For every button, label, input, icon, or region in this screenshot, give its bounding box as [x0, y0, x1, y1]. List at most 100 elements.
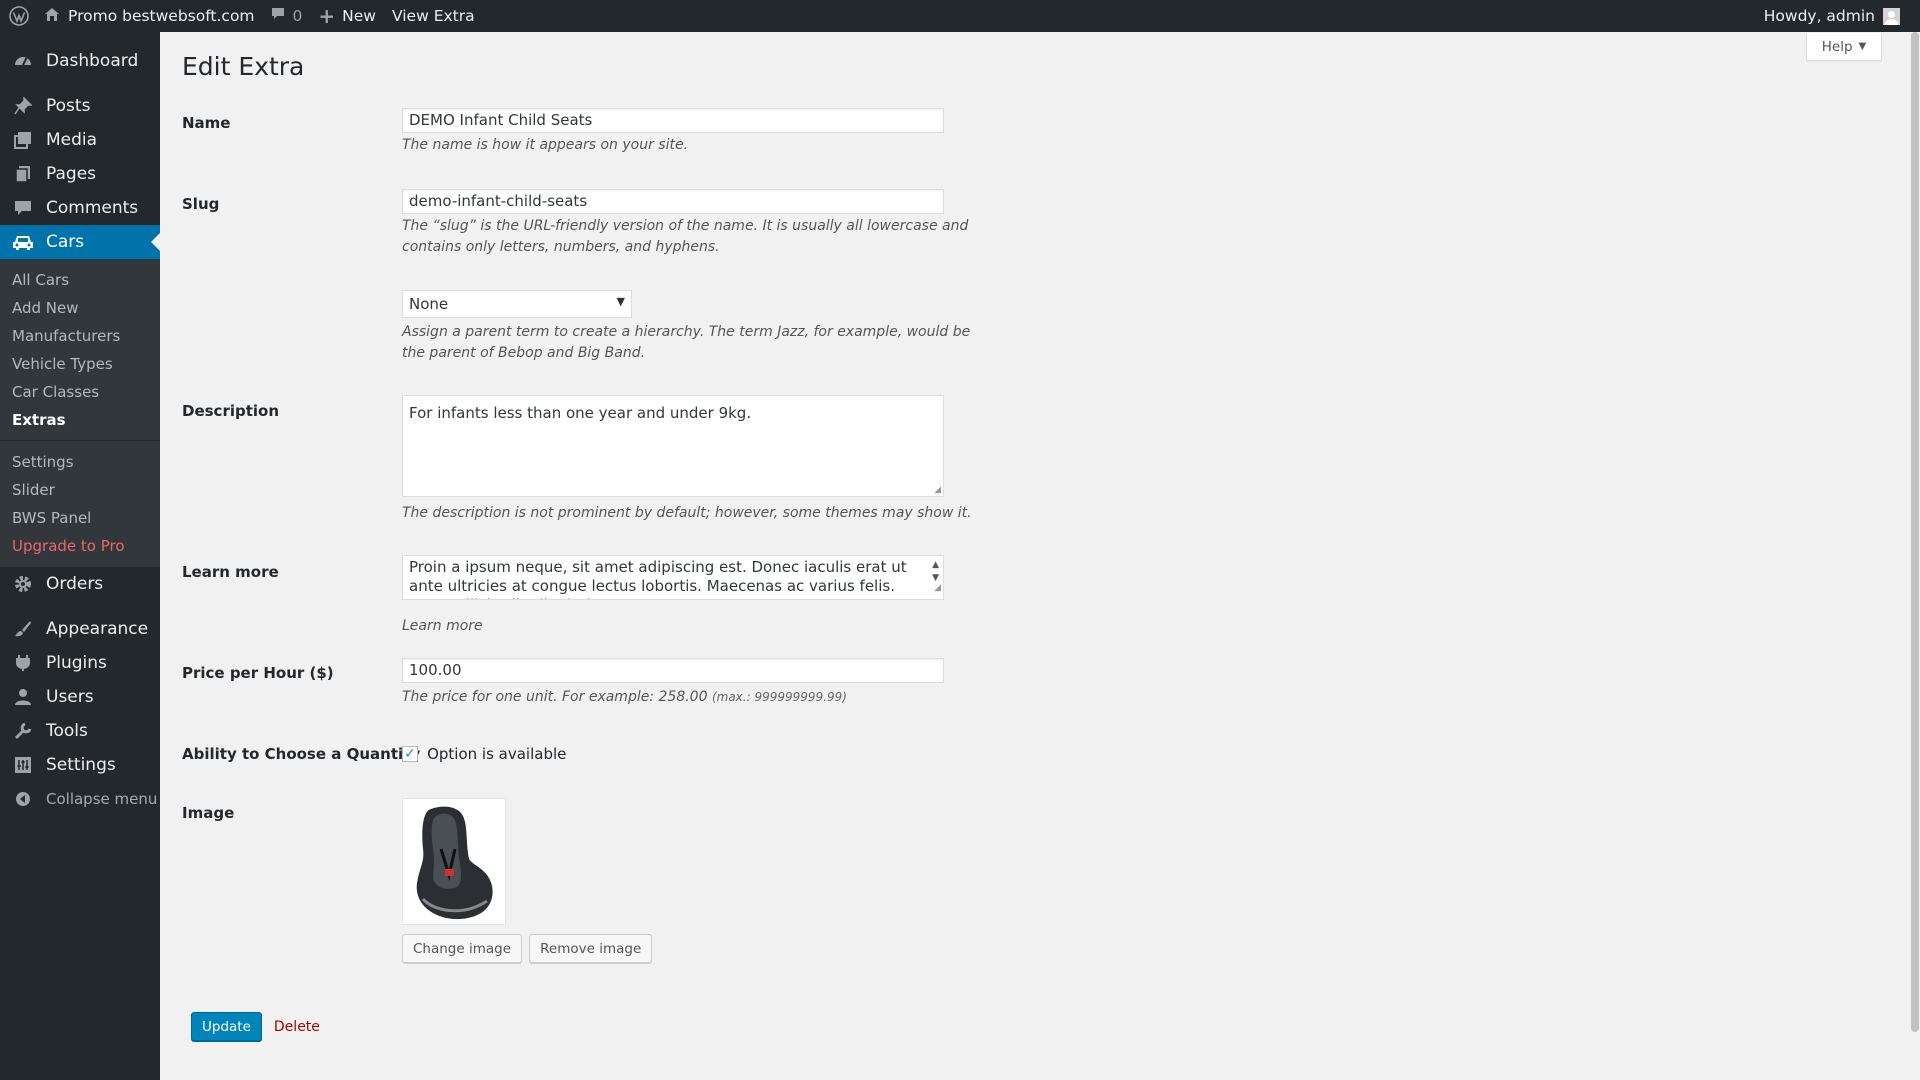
- media-icon: [10, 131, 36, 149]
- comments-count: 0: [292, 7, 303, 25]
- sidebar-item-label: Comments: [46, 198, 139, 218]
- submenu-car-classes[interactable]: Car Classes: [0, 378, 160, 406]
- description-label: Description: [182, 402, 280, 420]
- collapse-menu-button[interactable]: Collapse menu: [0, 782, 160, 816]
- view-extra-link[interactable]: View Extra: [384, 0, 483, 32]
- change-image-button[interactable]: Change image: [402, 934, 523, 963]
- sidebar-item-label: Cars: [46, 232, 85, 252]
- description-textarea[interactable]: For infants less than one year and under…: [402, 395, 944, 497]
- sidebar-item-label: Settings: [46, 755, 116, 775]
- submenu-add-new[interactable]: Add New: [0, 294, 160, 322]
- learn-more-label: Learn more: [182, 563, 279, 581]
- sidebar-item-tools[interactable]: Tools: [0, 714, 160, 748]
- submenu-upgrade-to-pro[interactable]: Upgrade to Pro: [0, 532, 160, 560]
- image-label: Image: [182, 804, 235, 822]
- submenu-vehicle-types[interactable]: Vehicle Types: [0, 350, 160, 378]
- learn-more-text: Proin a ipsum neque, sit amet adipiscing…: [409, 558, 907, 599]
- comment-icon: [271, 7, 285, 25]
- slug-description: The “slug” is the URL-friendly version o…: [402, 218, 969, 255]
- submenu-manufacturers[interactable]: Manufacturers: [0, 322, 160, 350]
- submenu-extras[interactable]: Extras: [0, 406, 160, 434]
- sidebar-item-comments[interactable]: Comments: [0, 191, 160, 225]
- collapse-label: Collapse menu: [46, 790, 158, 808]
- sidebar-item-pages[interactable]: Pages: [0, 157, 160, 191]
- parent-description: Assign a parent term to create a hierarc…: [402, 324, 971, 361]
- submenu-slider[interactable]: Slider: [0, 476, 160, 504]
- gear-icon: [10, 575, 36, 593]
- name-label: Name: [182, 114, 231, 132]
- account-menu[interactable]: Howdy, admin: [1756, 0, 1920, 32]
- admin-sidebar: Dashboard Posts Media Pages Comments Car…: [0, 32, 160, 1080]
- sidebar-item-label: Pages: [46, 164, 97, 184]
- submenu-bws-panel[interactable]: BWS Panel: [0, 504, 160, 532]
- quantity-checkbox-label[interactable]: Option is available: [427, 745, 566, 763]
- sidebar-item-posts[interactable]: Posts: [0, 89, 160, 123]
- help-tab-button[interactable]: Help ▼: [1806, 33, 1882, 61]
- main-content: Help ▼ Edit Extra Name DEMO Infant Child…: [160, 32, 1910, 1080]
- sidebar-item-label: Appearance: [46, 619, 149, 639]
- name-description: The name is how it appears on your site.: [402, 137, 689, 153]
- site-name-link[interactable]: Promo bestwebsoft.com: [36, 0, 263, 32]
- car-icon: [10, 233, 36, 251]
- sidebar-item-label: Tools: [46, 721, 88, 741]
- sidebar-item-plugins[interactable]: Plugins: [0, 646, 160, 680]
- submenu-all-cars[interactable]: All Cars: [0, 266, 160, 294]
- caret-down-icon: ▼: [616, 295, 625, 308]
- brush-icon: [10, 620, 36, 638]
- description-text: For infants less than one year and under…: [409, 404, 752, 422]
- pin-icon: [10, 97, 36, 115]
- wrench-icon: [10, 722, 36, 740]
- comments-link[interactable]: 0: [263, 0, 311, 32]
- resize-grip-icon[interactable]: ◢: [934, 485, 941, 495]
- greeting: Howdy, admin: [1763, 7, 1875, 25]
- submenu-settings[interactable]: Settings: [0, 448, 160, 476]
- user-icon: [10, 688, 36, 706]
- sidebar-item-label: Plugins: [46, 653, 107, 673]
- learn-more-textarea[interactable]: Proin a ipsum neque, sit amet adipiscing…: [402, 555, 944, 600]
- quantity-checkbox[interactable]: ✓: [402, 745, 418, 762]
- admin-bar: Promo bestwebsoft.com 0 + New View Extra…: [0, 0, 1920, 32]
- settings-icon: [10, 756, 36, 774]
- home-icon: [44, 7, 60, 26]
- price-input[interactable]: 100.00: [402, 658, 944, 683]
- delete-link[interactable]: Delete: [274, 1019, 320, 1035]
- description-help: The description is not prominent by defa…: [402, 505, 972, 521]
- parent-select[interactable]: None ▼: [402, 290, 632, 318]
- wordpress-logo-icon[interactable]: [2, 0, 36, 32]
- name-input[interactable]: DEMO Infant Child Seats: [402, 108, 944, 133]
- collapse-arrow-icon: [10, 791, 36, 807]
- sidebar-item-dashboard[interactable]: Dashboard: [0, 44, 160, 78]
- site-name: Promo bestwebsoft.com: [68, 7, 255, 25]
- sidebar-item-users[interactable]: Users: [0, 680, 160, 714]
- sidebar-item-settings[interactable]: Settings: [0, 748, 160, 782]
- page-scrollbar[interactable]: [1910, 32, 1920, 1080]
- sidebar-item-cars[interactable]: Cars: [0, 225, 160, 259]
- remove-image-button[interactable]: Remove image: [529, 934, 653, 963]
- view-extra-label: View Extra: [391, 7, 475, 25]
- update-button[interactable]: Update: [191, 1012, 262, 1041]
- learn-more-help: Learn more: [402, 618, 483, 634]
- scrollbar-thumb[interactable]: [1911, 32, 1919, 1032]
- car-seat-image: [402, 798, 506, 925]
- sidebar-item-media[interactable]: Media: [0, 123, 160, 157]
- price-max: (max.: 999999999.99): [711, 690, 847, 704]
- sidebar-item-label: Users: [46, 687, 94, 707]
- form-actions: Update Delete: [191, 1012, 320, 1041]
- sidebar-item-orders[interactable]: Orders: [0, 567, 160, 601]
- sidebar-item-label: Orders: [46, 574, 104, 594]
- sidebar-item-appearance[interactable]: Appearance: [0, 612, 160, 646]
- quantity-option: ✓ Option is available: [402, 743, 566, 763]
- resize-grip-icon[interactable]: ◢: [934, 579, 941, 598]
- page-title: Edit Extra: [182, 52, 305, 81]
- dashboard-icon: [10, 52, 36, 70]
- sidebar-item-label: Dashboard: [46, 51, 139, 71]
- sidebar-item-label: Media: [46, 130, 98, 150]
- new-content-link[interactable]: + New: [310, 0, 384, 32]
- plus-icon: +: [318, 4, 336, 28]
- slug-label: Slug: [182, 195, 220, 213]
- quantity-label: Ability to Choose a Quantity: [182, 745, 421, 763]
- slug-input[interactable]: demo-infant-child-seats: [402, 189, 944, 214]
- submenu-divider: [0, 440, 160, 441]
- plugin-icon: [10, 654, 36, 672]
- sidebar-item-label: Posts: [46, 96, 91, 116]
